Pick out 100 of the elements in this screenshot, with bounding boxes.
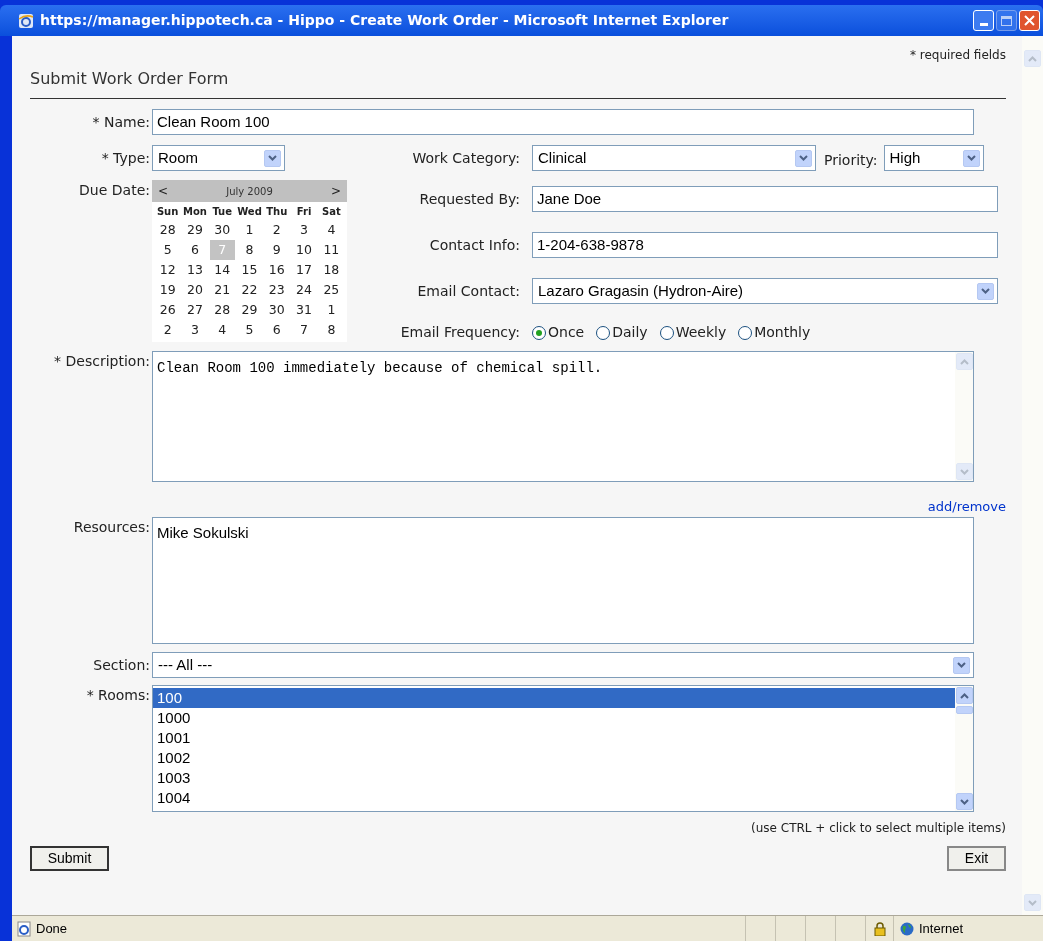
browser-icon	[18, 12, 34, 29]
submit-button[interactable]: Submit	[30, 846, 109, 871]
resource-item[interactable]: Mike Sokulski	[157, 522, 973, 545]
calendar-day[interactable]: 19	[155, 280, 181, 300]
calendar-day[interactable]: 27	[182, 300, 208, 320]
calendar-day[interactable]: 5	[236, 320, 263, 340]
calendar-day[interactable]: 22	[236, 280, 263, 300]
calendar-day[interactable]: 3	[182, 320, 208, 340]
room-option[interactable]: 1001	[153, 728, 955, 748]
section-select[interactable]: --- All ---	[152, 652, 974, 678]
room-option[interactable]: 1002	[153, 748, 955, 768]
calendar-day[interactable]: 16	[264, 260, 290, 280]
frequency-radio[interactable]: Monthly	[738, 322, 811, 343]
calendar-day[interactable]: 29	[236, 300, 263, 320]
month-label: July 2009	[226, 184, 273, 199]
calendar-day[interactable]: 28	[155, 220, 181, 240]
close-button[interactable]	[1019, 10, 1040, 31]
chevron-down-icon	[268, 155, 277, 161]
field-label: Due Date:	[78, 181, 150, 200]
status-text: Done	[36, 919, 69, 938]
calendar-day[interactable]: 24	[291, 280, 317, 300]
next-month-button[interactable]: >	[330, 185, 341, 197]
room-option[interactable]: 1004	[153, 788, 955, 808]
requested-by-field[interactable]: Jane Doe	[532, 186, 998, 212]
calendar-day[interactable]: 10	[291, 240, 317, 260]
room-option[interactable]: 100	[153, 688, 955, 708]
calendar-day[interactable]: 30	[209, 220, 235, 240]
weekday-header: Sat	[321, 205, 342, 219]
calendar-day[interactable]: 13	[182, 260, 208, 280]
calendar-day[interactable]: 12	[155, 260, 181, 280]
calendar-day[interactable]: 31	[291, 300, 317, 320]
calendar-day[interactable]: 9	[264, 240, 290, 260]
calendar-day[interactable]: 1	[236, 220, 263, 240]
calendar-day[interactable]: 17	[291, 260, 317, 280]
scroll-thumb[interactable]	[955, 706, 973, 714]
calendar-day[interactable]: 23	[264, 280, 290, 300]
prev-month-button[interactable]: <	[158, 185, 169, 197]
priority-select[interactable]: High	[883, 145, 984, 171]
weekday-header: Mon	[181, 205, 208, 219]
email-contact-select[interactable]: Lazaro Gragasin (Hydron-Aire)	[532, 278, 998, 304]
calendar-day[interactable]: 8	[236, 240, 263, 260]
calendar-day[interactable]: 21	[209, 280, 235, 300]
calendar-day[interactable]: 8	[318, 320, 344, 340]
scroll-up-button[interactable]	[955, 687, 973, 704]
chevron-up-icon	[959, 692, 969, 699]
calendar-day[interactable]: 7	[291, 320, 317, 340]
maximize-button[interactable]	[996, 10, 1017, 31]
dropdown-arrow-button[interactable]	[264, 149, 281, 167]
calendar-day[interactable]: 2	[264, 220, 290, 240]
work-category-select[interactable]: Clinical	[532, 145, 816, 171]
weekday-header: Thu	[265, 205, 289, 219]
dropdown-arrow-button[interactable]	[953, 656, 970, 674]
chevron-down-icon	[966, 155, 976, 161]
calendar-day[interactable]: 14	[209, 260, 235, 280]
calendar-day[interactable]: 26	[155, 300, 181, 320]
frequency-radio[interactable]: Weekly	[659, 322, 727, 343]
contact-info-field[interactable]: 1-204-638-9878	[532, 232, 998, 258]
calendar-day[interactable]: 2	[155, 320, 181, 340]
description-textarea[interactable]: Clean Room 100 immediately because of chemical spill.	[152, 351, 974, 482]
room-option[interactable]: 1000	[153, 708, 955, 728]
rooms-listbox[interactable]: 100 1000 1001 1002 1003 1004	[152, 685, 974, 812]
calendar-day[interactable]: 29	[182, 220, 208, 240]
dropdown-arrow-button[interactable]	[977, 282, 994, 300]
field-label: Work Category:	[411, 148, 520, 168]
calendar-day[interactable]: 5	[155, 240, 181, 260]
calendar-day[interactable]: 15	[236, 260, 263, 280]
resources-listbox[interactable]: Mike Sokulski	[152, 517, 974, 644]
field-label: Section:	[92, 655, 150, 675]
page-icon	[16, 920, 32, 937]
dropdown-arrow-button[interactable]	[962, 149, 980, 167]
calendar-day[interactable]: 6	[264, 320, 290, 340]
window-title: https://manager.hippotech.ca - Hippo - Create Work Order - Microsoft Internet Explorer	[40, 11, 729, 30]
scroll-down-button[interactable]	[955, 793, 973, 810]
calendar-day[interactable]: 20	[182, 280, 208, 300]
room-option[interactable]: 1003	[153, 768, 955, 788]
frequency-radio[interactable]: Once	[532, 322, 585, 343]
calendar-day[interactable]: 28	[209, 300, 235, 320]
weekday-header: Fri	[295, 205, 313, 219]
close-icon	[1024, 15, 1035, 26]
calendar-day[interactable]: 18	[318, 260, 344, 280]
calendar-day[interactable]: 11	[318, 240, 344, 260]
calendar-day[interactable]: 3	[291, 220, 317, 240]
scrollbar[interactable]	[955, 686, 973, 811]
frequency-radio[interactable]: Daily	[596, 322, 648, 343]
chevron-down-icon	[799, 155, 808, 161]
minimize-button[interactable]	[973, 10, 994, 31]
dropdown-arrow-button[interactable]	[795, 149, 812, 167]
calendar-day[interactable]: 4	[318, 220, 344, 240]
type-select[interactable]: Room	[152, 145, 285, 171]
calendar-day[interactable]: 1	[318, 300, 344, 320]
add-remove-link[interactable]: add/remove	[927, 499, 1006, 515]
chevron-up-icon	[1028, 55, 1037, 62]
name-field[interactable]: Clean Room 100	[152, 109, 974, 135]
calendar-day[interactable]: 4	[209, 320, 235, 340]
calendar-day[interactable]: 30	[264, 300, 290, 320]
exit-button[interactable]: Exit	[947, 846, 1006, 871]
calendar-day[interactable]: 6	[182, 240, 208, 260]
lock-icon	[873, 921, 886, 936]
calendar-day[interactable]: 25	[318, 280, 344, 300]
field-label: * Type:	[100, 148, 150, 168]
